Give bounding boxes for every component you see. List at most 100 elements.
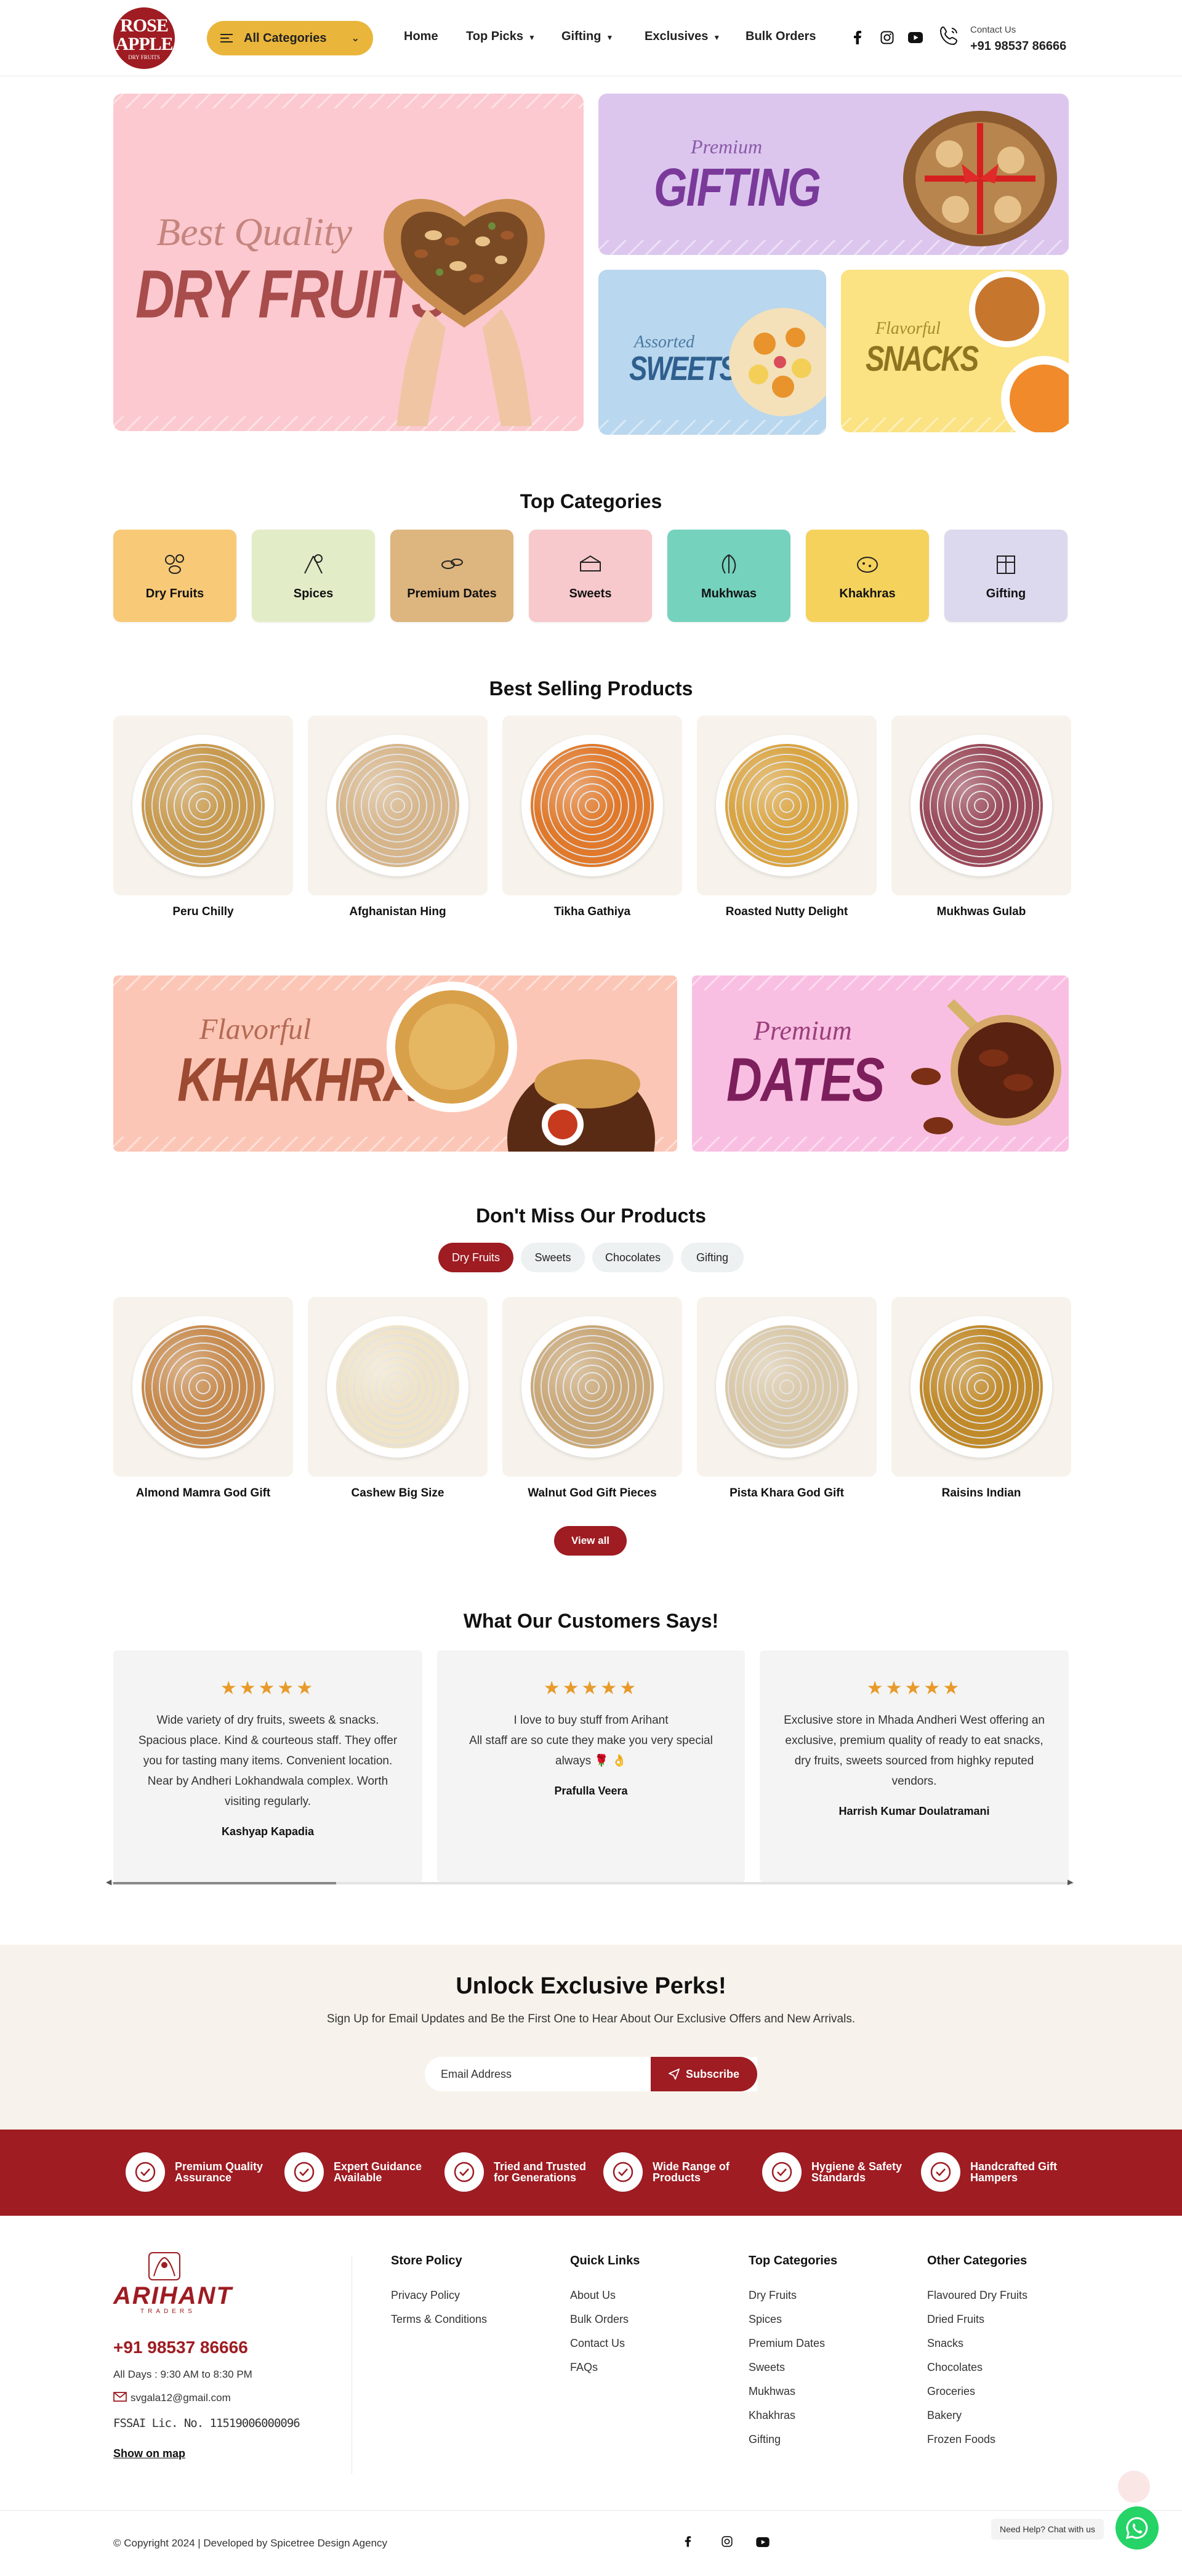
category-card[interactable]: Gifting — [944, 530, 1067, 622]
footer-link[interactable]: FAQs — [570, 2361, 598, 2374]
product-name[interactable]: Almond Mamra God Gift — [113, 1487, 293, 1500]
youtube-icon[interactable] — [906, 28, 925, 47]
footer-link[interactable]: Groceries — [927, 2385, 975, 2398]
mukhwas-icon — [722, 554, 736, 574]
product-name[interactable]: Walnut God Gift Pieces — [502, 1487, 682, 1500]
snacks-title: SNACKS — [866, 338, 979, 379]
product-name[interactable]: Roasted Nutty Delight — [697, 905, 877, 919]
promo-khakhra-banner[interactable]: Flavorful KHAKHRA — [113, 975, 677, 1152]
footer-brand-sub: TRADERS — [140, 2308, 196, 2315]
instagram-icon[interactable] — [878, 28, 896, 47]
show-on-map-link[interactable]: Show on map — [113, 2447, 185, 2460]
footer-link[interactable]: Snacks — [927, 2337, 963, 2350]
product-image — [132, 735, 274, 876]
footer-instagram-icon[interactable] — [722, 2536, 733, 2550]
category-card[interactable]: Spices — [252, 530, 375, 622]
scroll-right-icon[interactable]: ▶ — [1067, 1878, 1073, 1886]
product-card[interactable] — [891, 716, 1071, 895]
footer-facebook-icon[interactable] — [685, 2536, 691, 2550]
category-card[interactable]: Mukhwas — [667, 530, 790, 622]
carousel-scrollbar-thumb[interactable] — [113, 1882, 336, 1884]
tab-dry-fruits[interactable]: Dry Fruits — [438, 1243, 513, 1272]
footer-link[interactable]: Sweets — [749, 2361, 785, 2374]
tab-sweets[interactable]: Sweets — [521, 1243, 585, 1272]
footer-column-title: Quick Links — [570, 2254, 640, 2267]
product-name[interactable]: Afghanistan Hing — [308, 905, 488, 919]
footer-link[interactable]: Spices — [749, 2313, 782, 2326]
footer-link[interactable]: Gifting — [749, 2433, 781, 2446]
footer-email[interactable]: svgala12@gmail.com — [131, 2392, 231, 2404]
product-card[interactable] — [308, 716, 488, 895]
feature-line-2: Available — [334, 2171, 382, 2184]
product-card[interactable] — [113, 1297, 293, 1477]
all-categories-button[interactable]: All Categories ⌄ — [207, 21, 373, 55]
footer-link[interactable]: Premium Dates — [749, 2337, 825, 2350]
footer-link[interactable]: Mukhwas — [749, 2385, 795, 2398]
footer-link[interactable]: Contact Us — [570, 2337, 625, 2350]
product-card[interactable] — [697, 1297, 877, 1477]
hygiene-shield-icon — [762, 2152, 802, 2192]
product-card[interactable] — [502, 1297, 682, 1477]
product-name[interactable]: Mukhwas Gulab — [891, 905, 1071, 919]
footer-link[interactable]: Terms & Conditions — [391, 2313, 487, 2326]
snacks-bowl-image — [969, 271, 1069, 432]
product-food — [725, 744, 848, 867]
product-name[interactable]: Tikha Gathiya — [502, 905, 682, 919]
feature-line-2: Standards — [811, 2171, 866, 2184]
footer-link[interactable]: Dry Fruits — [749, 2289, 797, 2302]
product-name[interactable]: Cashew Big Size — [308, 1487, 488, 1500]
product-card[interactable] — [502, 716, 682, 895]
product-card[interactable] — [697, 716, 877, 895]
footer-link[interactable]: Dried Fruits — [927, 2313, 984, 2326]
footer-link[interactable]: Frozen Foods — [927, 2433, 995, 2446]
dates-bowl-image — [911, 999, 1061, 1134]
category-card[interactable]: Sweets — [529, 530, 652, 622]
view-all-button[interactable]: View all — [554, 1526, 627, 1556]
footer-link[interactable]: Chocolates — [927, 2361, 983, 2374]
footer-link[interactable]: About Us — [570, 2289, 616, 2302]
nav-exclusives[interactable]: Exclusives ▼ — [645, 30, 720, 44]
tab-chocolates[interactable]: Chocolates — [592, 1243, 673, 1272]
product-name[interactable]: Pista Khara God Gift — [697, 1487, 877, 1500]
gift-hamper-icon — [921, 2152, 960, 2192]
promo-dates-banner[interactable]: Premium DATES — [692, 975, 1069, 1152]
hero-slide-dry-fruits[interactable]: Best Quality DRY FRUITS — [113, 94, 584, 431]
subscribe-button[interactable]: Subscribe — [651, 2057, 757, 2091]
footer-link[interactable]: Bakery — [927, 2409, 962, 2422]
subscribe-label: Subscribe — [685, 2067, 740, 2080]
category-card[interactable]: Premium Dates — [390, 530, 513, 622]
brand-logo[interactable]: ROSE APPLE DRY FRUITS — [113, 7, 175, 69]
tab-gifting[interactable]: Gifting — [681, 1243, 744, 1272]
category-card[interactable]: Dry Fruits — [113, 530, 236, 622]
nav-top-picks[interactable]: Top Picks ▼ — [466, 30, 536, 44]
products-list-icon — [603, 2152, 643, 2192]
nav-gifting[interactable]: Gifting ▼ — [561, 30, 613, 44]
hero-sweets-banner[interactable]: Assorted SWEETS — [598, 270, 826, 435]
footer-phone[interactable]: +91 98537 86666 — [113, 2338, 248, 2357]
dont-miss-title: Don't Miss Our Products — [476, 1205, 706, 1227]
footer-column-title: Other Categories — [927, 2254, 1027, 2267]
nav-bulk-orders[interactable]: Bulk Orders — [746, 30, 816, 44]
back-to-top-button[interactable] — [1118, 2471, 1150, 2503]
contact-number[interactable]: +91 98537 86666 — [970, 39, 1066, 54]
chat-help-label[interactable]: Need Help? Chat with us — [991, 2519, 1104, 2540]
hero-snacks-banner[interactable]: Flavorful SNACKS — [841, 270, 1069, 432]
hero-gifting-banner[interactable]: Premium GIFTING — [598, 94, 1069, 255]
scroll-left-icon[interactable]: ◀ — [106, 1878, 111, 1886]
footer-link[interactable]: Privacy Policy — [391, 2289, 460, 2302]
product-name[interactable]: Peru Chilly — [113, 905, 293, 919]
footer-link[interactable]: Flavoured Dry Fruits — [927, 2289, 1027, 2302]
product-card[interactable] — [113, 716, 293, 895]
testimonial-line: Wide variety of dry fruits, sweets & sna… — [156, 1714, 379, 1727]
product-name[interactable]: Raisins Indian — [891, 1487, 1071, 1500]
footer-link[interactable]: Khakhras — [749, 2409, 795, 2422]
footer-link[interactable]: Bulk Orders — [570, 2313, 629, 2326]
nav-home[interactable]: Home — [404, 30, 438, 44]
product-card[interactable] — [891, 1297, 1071, 1477]
whatsapp-button[interactable] — [1116, 2506, 1159, 2550]
footer-youtube-icon[interactable] — [756, 2537, 770, 2550]
category-card[interactable]: Khakhras — [806, 530, 929, 622]
product-card[interactable] — [308, 1297, 488, 1477]
top-categories-title: Top Categories — [520, 490, 662, 512]
facebook-icon[interactable] — [848, 28, 867, 47]
